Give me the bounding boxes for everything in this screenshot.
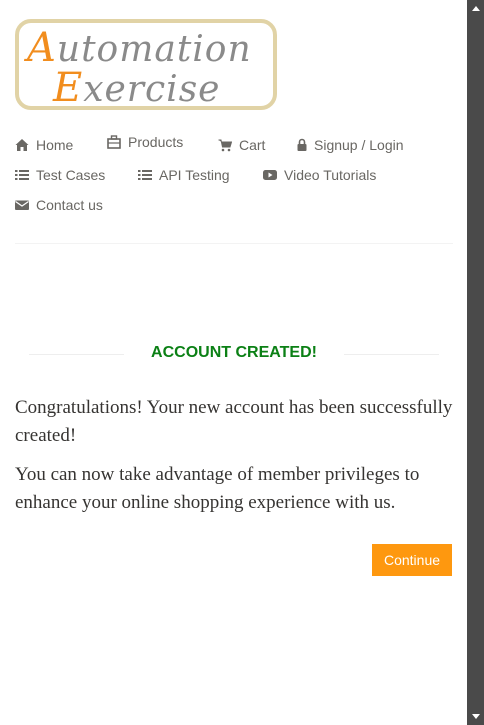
products-icon [107, 135, 121, 149]
main-nav: Home Products Cart Signup / Login Test C… [15, 131, 455, 221]
nav-home[interactable]: Home [15, 137, 73, 153]
nav-cart[interactable]: Cart [218, 137, 265, 153]
account-created-heading: ACCOUNT CREATED! [29, 343, 439, 365]
nav-video-tutorials-label: Video Tutorials [284, 167, 377, 183]
nav-row-2: Test Cases API Testing Video Tutorials [15, 161, 455, 191]
page: Automation Exercise Home Products Cart S… [0, 0, 467, 725]
nav-signup-login-label: Signup / Login [314, 137, 404, 153]
page-title: ACCOUNT CREATED! [151, 344, 317, 361]
nav-test-cases[interactable]: Test Cases [15, 167, 105, 183]
youtube-icon [263, 168, 277, 182]
nav-home-label: Home [36, 137, 74, 153]
title-rule-right [344, 354, 439, 355]
nav-row-1: Home Products Cart Signup / Login [15, 131, 455, 161]
nav-video-tutorials[interactable]: Video Tutorials [263, 167, 376, 183]
envelope-icon [15, 198, 29, 212]
nav-cart-label: Cart [239, 137, 266, 153]
list-icon [15, 168, 29, 182]
nav-products-label: Products [128, 134, 184, 150]
list-icon [138, 168, 152, 182]
scrollbar-track[interactable] [467, 0, 484, 725]
logo-line-exercise: Exercise [53, 65, 221, 111]
scroll-down-icon[interactable] [467, 708, 484, 725]
vertical-scrollbar[interactable] [467, 0, 484, 725]
nav-contact-us[interactable]: Contact us [15, 197, 103, 213]
privileges-message: You can now take advantage of member pri… [15, 464, 420, 513]
scroll-up-icon[interactable] [467, 0, 484, 17]
nav-api-testing[interactable]: API Testing [138, 167, 230, 183]
lock-icon [297, 138, 307, 152]
nav-contact-us-label: Contact us [36, 197, 103, 213]
nav-signup-login[interactable]: Signup / Login [297, 137, 404, 153]
nav-row-3: Contact us [15, 191, 455, 221]
nav-products[interactable]: Products [107, 134, 183, 150]
nav-test-cases-label: Test Cases [36, 167, 106, 183]
site-logo[interactable]: Automation Exercise [15, 19, 277, 111]
nav-api-testing-label: API Testing [159, 167, 230, 183]
cart-icon [218, 138, 232, 152]
congratulations-message: Congratulations! Your new account has be… [15, 397, 453, 446]
header-divider [15, 243, 453, 244]
home-icon [15, 138, 29, 152]
continue-button[interactable]: Continue [372, 544, 452, 576]
